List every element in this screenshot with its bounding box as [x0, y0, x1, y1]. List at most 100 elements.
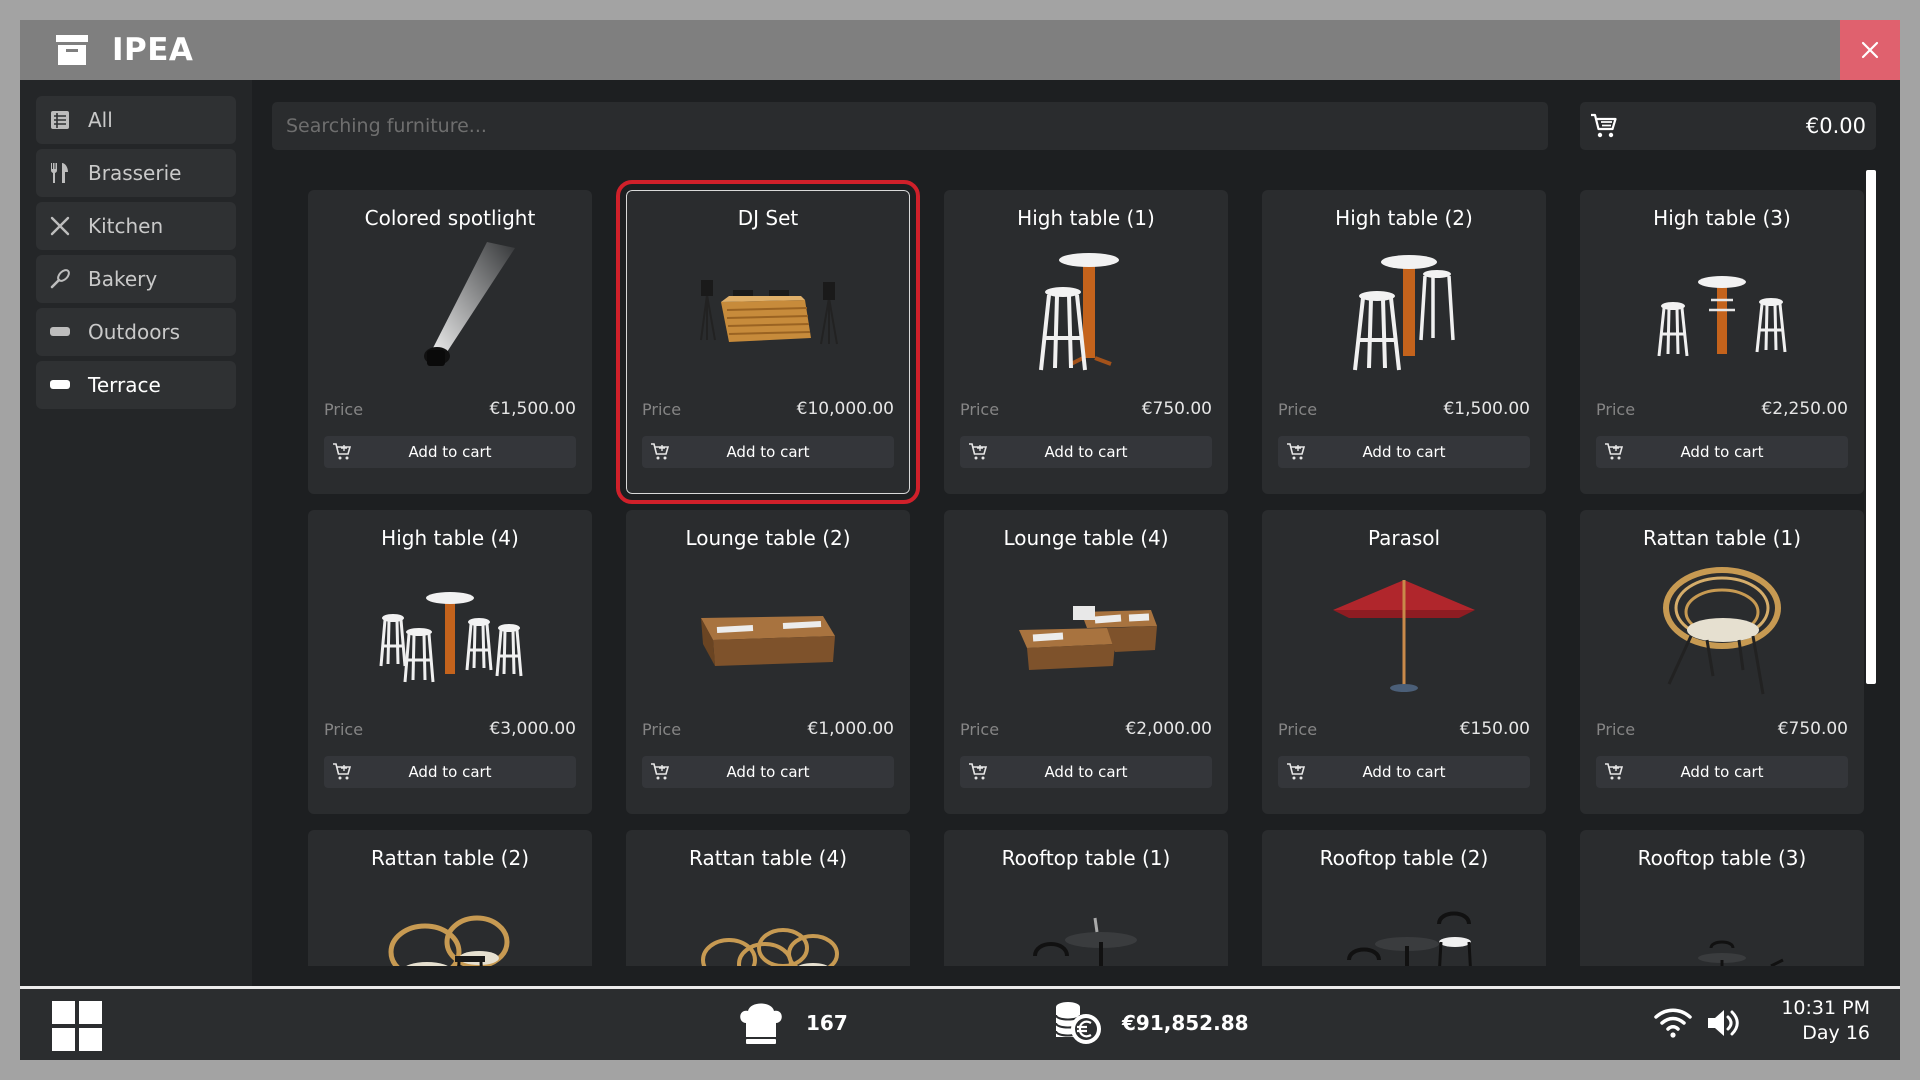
sidebar-item-all[interactable]: All	[36, 96, 236, 144]
search-input[interactable]: Searching furniture...	[272, 102, 1548, 150]
app-window: IPEA All Brasserie Kitchen Bakery Outdoo…	[20, 20, 1900, 1060]
price-label: Price	[960, 400, 1000, 419]
price-label: Price	[1596, 400, 1636, 419]
rooftop-table-image	[1347, 911, 1472, 966]
product-card[interactable]: Rattan table (2)	[308, 830, 592, 966]
product-name: Rooftop table (1)	[1001, 846, 1171, 870]
price-value: €150.00	[1459, 719, 1530, 739]
price-value: €2,250.00	[1761, 399, 1848, 419]
product-name: Rooftop table (2)	[1319, 846, 1489, 870]
product-name: High table (3)	[1653, 206, 1791, 230]
product-card[interactable]: Rattan table (4)	[626, 830, 910, 966]
add-to-cart-button[interactable]: Add to cart	[1596, 436, 1848, 468]
spotlight-image	[424, 242, 515, 366]
add-to-cart-button[interactable]: Add to cart	[1278, 436, 1530, 468]
high-table-image	[1039, 253, 1119, 371]
product-name: Lounge table (2)	[685, 526, 851, 550]
price-value: €1,000.00	[807, 719, 894, 739]
cart-button[interactable]: €0.00	[1580, 102, 1876, 150]
price-label: Price	[642, 400, 682, 419]
rattan-table-image	[388, 915, 510, 966]
product-name: DJ Set	[737, 206, 799, 230]
product-card[interactable]: Lounge table (4) Price €2,000.00 Add to …	[944, 510, 1228, 814]
rooftop-table-image	[1698, 940, 1784, 966]
volume-icon[interactable]	[1706, 1007, 1740, 1039]
product-card[interactable]: Colored spotlight Price €1,500.00 Add to…	[308, 190, 592, 494]
close-icon	[1861, 41, 1879, 59]
archive-box-icon	[56, 35, 88, 65]
add-to-cart-label: Add to cart	[726, 443, 810, 461]
parasol-image	[1333, 580, 1475, 692]
add-to-cart-button[interactable]: Add to cart	[1278, 756, 1530, 788]
high-table-image	[379, 592, 523, 683]
sidebar-item-label: Kitchen	[88, 214, 164, 238]
title-bar: IPEA	[20, 20, 1900, 80]
product-card[interactable]: High table (1) Price €750.00 Add to cart	[944, 190, 1228, 494]
cart-icon	[1591, 113, 1617, 138]
money-balance: €91,852.88	[1122, 1011, 1249, 1035]
product-card[interactable]: Lounge table (2) Price €1,000.00 Add to …	[626, 510, 910, 814]
add-to-cart-button[interactable]: Add to cart	[324, 436, 576, 468]
add-to-cart-label: Add to cart	[408, 763, 492, 781]
high-table-image	[1353, 255, 1455, 371]
product-card[interactable]: High table (4) Price €3,000.00 Add to ca…	[308, 510, 592, 814]
product-card[interactable]: Rattan table (1) Price €750.00 Add to ca…	[1580, 510, 1864, 814]
sidebar-item-kitchen[interactable]: Kitchen	[36, 202, 236, 250]
product-card-selected[interactable]: DJ Set Price €10,000.00 Add to cart	[616, 180, 920, 504]
product-name: High table (1)	[1017, 206, 1155, 230]
price-label: Price	[642, 720, 682, 739]
close-button[interactable]	[1840, 20, 1900, 80]
product-name: High table (2)	[1335, 206, 1473, 230]
lounge-table-image	[701, 616, 835, 666]
price-label: Price	[1596, 720, 1636, 739]
product-card[interactable]: Rooftop table (3)	[1580, 830, 1864, 966]
product-grid: Colored spotlight Price €1,500.00 Add to…	[272, 170, 1872, 966]
cart-total: €0.00	[1805, 114, 1866, 138]
list-icon	[48, 108, 72, 132]
add-to-cart-label: Add to cart	[726, 763, 810, 781]
product-name: Rooftop table (3)	[1637, 846, 1807, 870]
product-card[interactable]: Parasol Price €150.00 Add to cart	[1262, 510, 1546, 814]
sidebar-item-label: Brasserie	[88, 161, 182, 185]
price-value: €750.00	[1777, 719, 1848, 739]
add-to-cart-button[interactable]: Add to cart	[960, 436, 1212, 468]
fork-knife-icon	[48, 161, 72, 185]
wifi-icon[interactable]	[1654, 1007, 1692, 1039]
add-to-cart-label: Add to cart	[1680, 443, 1764, 461]
product-name: Rattan table (1)	[1642, 526, 1802, 550]
chef-count: 167	[806, 1011, 848, 1035]
add-to-cart-label: Add to cart	[1680, 763, 1764, 781]
sidebar-item-outdoors[interactable]: Outdoors	[36, 308, 236, 356]
add-to-cart-button[interactable]: Add to cart	[960, 756, 1212, 788]
search-placeholder: Searching furniture...	[286, 115, 487, 137]
price-value: €3,000.00	[489, 719, 576, 739]
start-menu-icon[interactable]	[52, 1001, 102, 1051]
product-card[interactable]: High table (2) Price €1,500.00 Add to ca…	[1262, 190, 1546, 494]
price-label: Price	[1278, 720, 1318, 739]
add-to-cart-button[interactable]: Add to cart	[642, 756, 894, 788]
product-name: Rattan table (4)	[688, 846, 848, 870]
sidebar-item-brasserie[interactable]: Brasserie	[36, 149, 236, 197]
sidebar-item-label: Outdoors	[88, 320, 181, 344]
sidebar-item-terrace[interactable]: Terrace	[36, 361, 236, 409]
add-to-cart-button[interactable]: Add to cart	[642, 436, 894, 468]
price-value: €1,500.00	[489, 399, 576, 419]
product-card[interactable]: Rooftop table (1)	[944, 830, 1228, 966]
add-to-cart-label: Add to cart	[1044, 443, 1128, 461]
sidebar-item-label: Terrace	[88, 373, 161, 397]
bench-icon	[48, 373, 72, 397]
sidebar-item-bakery[interactable]: Bakery	[36, 255, 236, 303]
price-label: Price	[324, 720, 364, 739]
product-card[interactable]: Rooftop table (2)	[1262, 830, 1546, 966]
rattan-table-image	[701, 928, 839, 966]
scrollbar-thumb[interactable]	[1866, 170, 1876, 684]
product-card[interactable]: High table (3) Price €2,250.00 Add to ca…	[1580, 190, 1864, 494]
product-name: Colored spotlight	[364, 206, 536, 230]
price-label: Price	[324, 400, 364, 419]
rattan-chair-image	[1663, 567, 1781, 695]
app-title: IPEA	[112, 32, 194, 68]
dj-set-image	[700, 280, 838, 345]
price-label: Price	[960, 720, 1000, 739]
add-to-cart-button[interactable]: Add to cart	[1596, 756, 1848, 788]
add-to-cart-button[interactable]: Add to cart	[324, 756, 576, 788]
